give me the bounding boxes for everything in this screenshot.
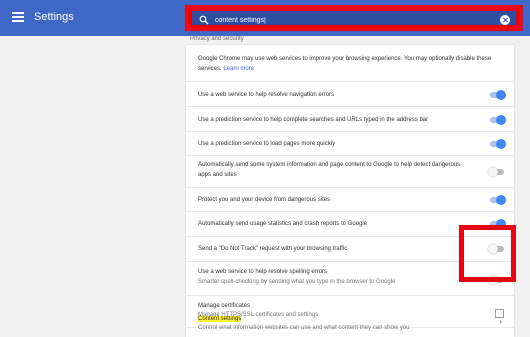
toggle-switch[interactable] bbox=[488, 167, 504, 177]
toggle-highlight-box bbox=[459, 225, 516, 282]
intro-text: Google Chrome may use web services to im… bbox=[198, 56, 492, 72]
search-bar[interactable] bbox=[192, 11, 516, 27]
row-label: Use a web service to help resolve spelli… bbox=[198, 269, 328, 275]
learn-more-link[interactable]: Learn more bbox=[223, 66, 254, 72]
row-description: Control what information websites can us… bbox=[198, 325, 410, 331]
row-description: Smarter spell-checking by sending what y… bbox=[198, 279, 396, 285]
menu-icon[interactable] bbox=[12, 12, 24, 22]
clear-search-icon[interactable] bbox=[500, 15, 510, 25]
row-label: Automatically send some system informati… bbox=[198, 162, 461, 168]
settings-row-dangerous-sites[interactable]: Protect you and your device from dangero… bbox=[186, 187, 514, 211]
section-title: Privacy and security bbox=[190, 36, 244, 42]
search-icon[interactable] bbox=[199, 15, 209, 25]
toggle-switch[interactable] bbox=[490, 139, 506, 149]
row-label: Use a web service to help resolve naviga… bbox=[198, 92, 335, 98]
toggle-switch[interactable] bbox=[490, 90, 506, 100]
row-label: Use a prediction service to load pages m… bbox=[198, 141, 336, 147]
toggle-switch[interactable] bbox=[490, 115, 506, 125]
search-highlight-box bbox=[185, 5, 523, 31]
row-label-continued: apps and sites bbox=[198, 172, 237, 178]
search-input[interactable] bbox=[215, 13, 475, 27]
intro-row: Google Chrome may use web services to im… bbox=[186, 45, 514, 81]
settings-row-page-prediction[interactable]: Use a prediction service to load pages m… bbox=[186, 131, 514, 155]
privacy-settings-card: Google Chrome may use web services to im… bbox=[186, 45, 514, 337]
toggle-switch[interactable] bbox=[490, 195, 506, 205]
app-title: Settings bbox=[34, 11, 74, 23]
settings-row-safe-browsing-reports[interactable]: Automatically send some system informati… bbox=[186, 155, 514, 187]
chevron-right-icon[interactable]: › bbox=[499, 317, 502, 326]
row-label: Automatically send usage statistics and … bbox=[198, 221, 368, 227]
row-label: Protect you and your device from dangero… bbox=[198, 197, 331, 203]
search-match-highlight: Content settings bbox=[198, 316, 242, 322]
content-settings-row[interactable]: Content settings Control what informatio… bbox=[186, 312, 514, 337]
row-label: Send a "Do Not Track" request with your … bbox=[198, 246, 348, 252]
row-label: Use a prediction service to help complet… bbox=[198, 117, 429, 123]
settings-row-search-prediction[interactable]: Use a prediction service to help complet… bbox=[186, 106, 514, 131]
settings-row-navigation-errors[interactable]: Use a web service to help resolve naviga… bbox=[186, 81, 514, 106]
